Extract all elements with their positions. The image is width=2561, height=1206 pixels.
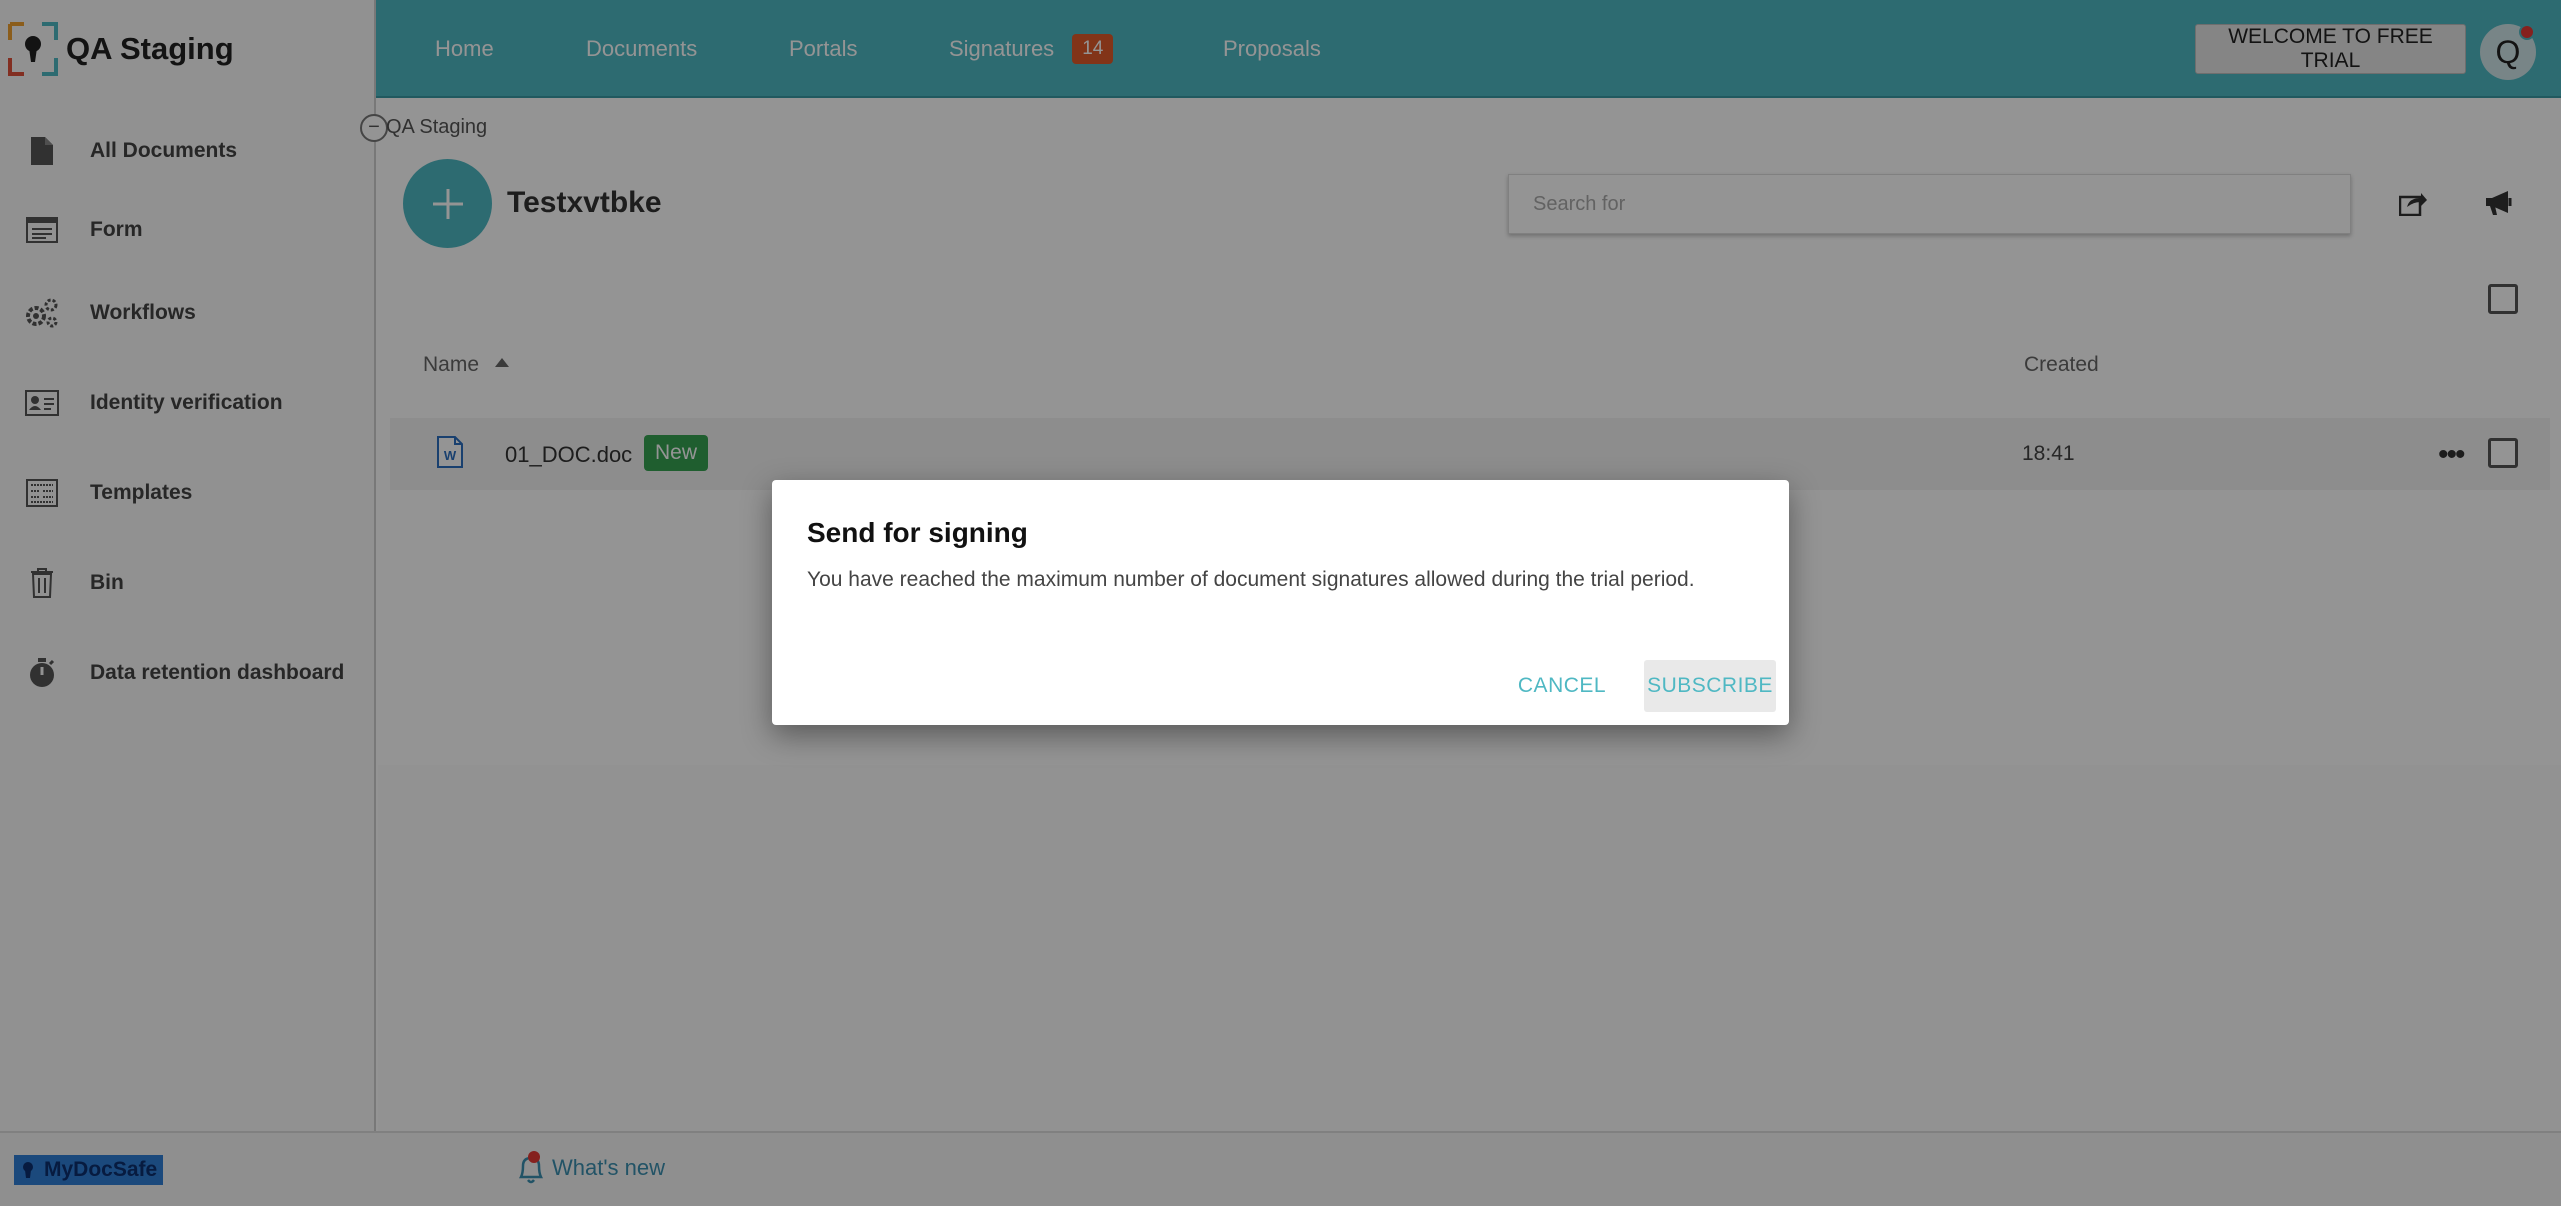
- dialog-title: Send for signing: [807, 517, 1028, 548]
- send-for-signing-dialog: Send for signing You have reached the ma…: [772, 480, 1789, 725]
- dialog-message: You have reached the maximum number of d…: [807, 568, 1695, 591]
- cancel-button[interactable]: CANCEL: [1512, 660, 1612, 712]
- subscribe-button[interactable]: SUBSCRIBE: [1644, 660, 1776, 712]
